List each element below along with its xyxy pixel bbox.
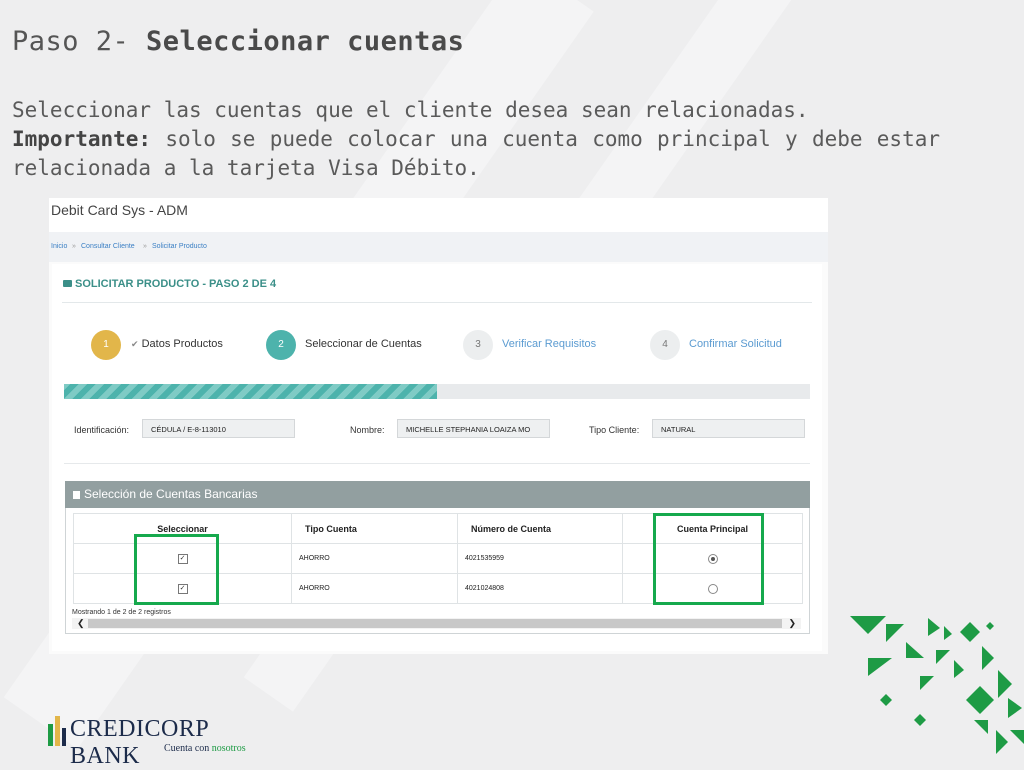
book-icon [73,491,80,499]
step-1-text: Datos Productos [141,338,223,350]
identificacion-label: Identificación: [74,425,130,435]
breadcrumb-current: Solicitar Producto [152,243,207,250]
seleccionar-highlight-box [134,534,219,605]
panel-title: SOLICITAR PRODUCTO - PASO 2 DE 4 [63,278,276,290]
app-title: Debit Card Sys - ADM [51,202,188,218]
decorative-triangles [850,616,1024,754]
divider [62,302,812,303]
step-1-circle[interactable]: 1 [91,330,121,360]
step-2-label[interactable]: Seleccionar de Cuentas [305,338,422,350]
breadcrumb-separator: » [143,243,147,250]
slide-title: Paso 2- Seleccionar cuentas [12,26,464,57]
slide-body: Seleccionar las cuentas que el cliente d… [12,96,940,198]
logo-tagline-highlight: nosotros [211,743,246,754]
slide-body-important: Importante: solo se puede colocar una cu… [12,125,940,183]
horizontal-scrollbar[interactable]: ❮ ❯ [72,618,801,629]
panel-title-text: SOLICITAR PRODUCTO - PASO 2 DE 4 [75,278,277,290]
folder-icon [63,280,72,287]
numero-cuenta-cell: 4021535959 [457,543,623,574]
breadcrumb-separator: » [72,243,76,250]
breadcrumb: Inicio » Consultar Cliente » Solicitar P… [49,232,828,262]
step-3-circle[interactable]: 3 [463,330,493,360]
scroll-left-icon[interactable]: ❮ [77,618,85,629]
nombre-field: MICHELLE STEPHANIA LOAIZA MO [397,419,550,438]
tipo-cliente-label: Tipo Cliente: [589,425,640,435]
numero-cuenta-cell: 4021024808 [457,573,623,604]
credicorp-bank-logo: CREDICORP BANK Cuenta con nosotros [44,712,274,769]
check-icon: ✔ [131,339,139,349]
step-4-circle[interactable]: 4 [650,330,680,360]
progress-fill [64,384,437,399]
cuentas-bancarias-header: Selección de Cuentas Bancarias [65,481,810,508]
slide-title-bold: Seleccionar cuentas [146,26,465,57]
step-4-label[interactable]: Confirmar Solicitud [689,338,782,350]
divider [64,463,810,464]
scrollbar-thumb[interactable] [88,619,782,628]
scroll-right-icon[interactable]: ❯ [788,618,796,629]
step-2-circle[interactable]: 2 [266,330,296,360]
important-text: solo se puede colocar una cuenta como pr… [12,127,940,180]
slide-title-prefix: Paso 2- [12,26,147,57]
app-screenshot: Debit Card Sys - ADM Inicio » Consultar … [49,198,828,654]
wizard-progress-bar [64,384,810,399]
column-header-numero-cuenta[interactable]: Número de Cuenta [457,513,623,544]
cuentas-bancarias-title: Selección de Cuentas Bancarias [84,487,258,501]
identificacion-field: CÉDULA / E-8-113010 [142,419,295,438]
logo-tagline: Cuenta con nosotros [164,743,246,754]
bank-logo-icon [48,716,66,746]
tipo-cuenta-cell: AHORRO [291,543,458,574]
step-1-label[interactable]: ✔ Datos Productos [131,338,223,350]
app-header: Debit Card Sys - ADM [49,198,828,232]
important-label: Importante: [12,127,152,151]
cuenta-principal-highlight-box [653,513,764,605]
tipo-cliente-field: NATURAL [652,419,805,438]
column-header-tipo-cuenta[interactable]: Tipo Cuenta [291,513,458,544]
nombre-label: Nombre: [350,425,385,435]
records-count: Mostrando 1 de 2 de 2 registros [72,609,171,616]
logo-tagline-prefix: Cuenta con [164,743,212,754]
slide-body-instruction: Seleccionar las cuentas que el cliente d… [12,98,809,122]
breadcrumb-consultar-cliente-link[interactable]: Consultar Cliente [81,243,135,250]
tipo-cuenta-cell: AHORRO [291,573,458,604]
breadcrumb-home-link[interactable]: Inicio [51,243,67,250]
step-3-label[interactable]: Verificar Requisitos [502,338,596,350]
